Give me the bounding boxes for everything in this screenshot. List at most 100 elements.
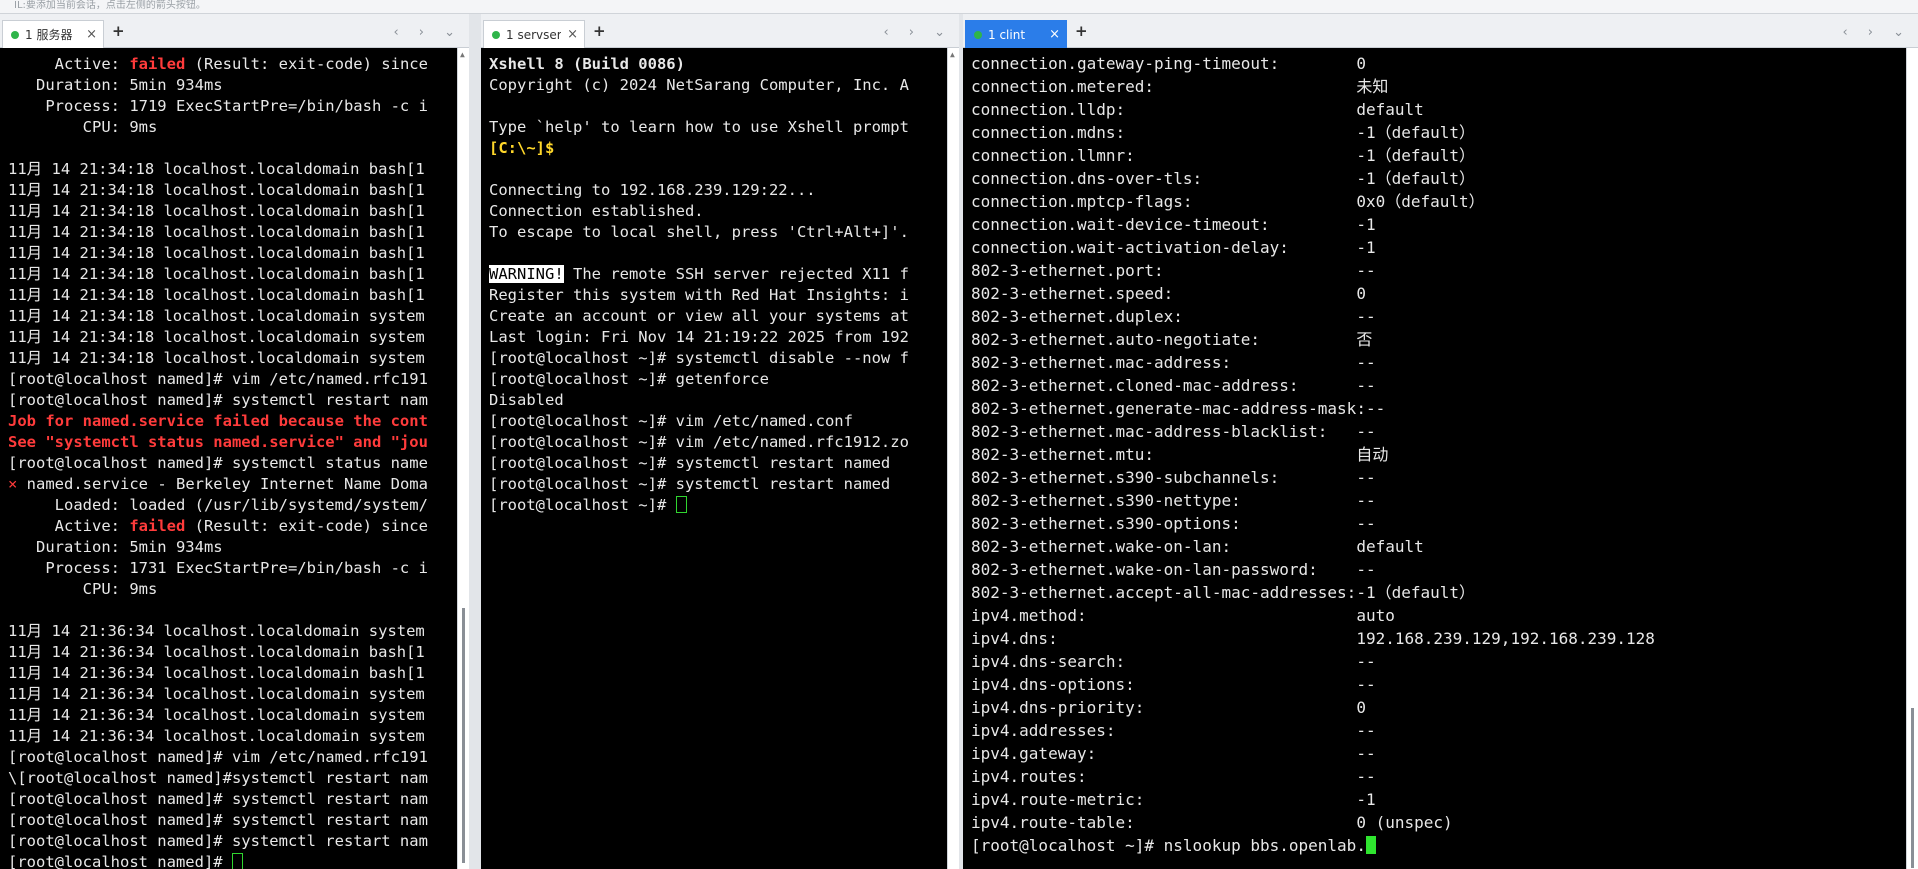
terminal-line: ipv4.dns-search: --: [971, 650, 1906, 673]
terminal-line: 11月 14 21:34:18 localhost.localdomain ba…: [8, 180, 457, 201]
terminal-text: ipv4.dns: 192.168.239.129,192.168.239.12…: [971, 629, 1655, 648]
tab-server[interactable]: 1 服务器 ×: [2, 20, 104, 48]
terminal-text: [root@localhost named]# systemctl restar…: [8, 391, 428, 409]
connected-status-icon: [11, 30, 19, 39]
terminal-text: Duration: 5min 934ms: [8, 538, 223, 556]
terminal-line: [root@localhost named]# systemctl restar…: [8, 390, 457, 411]
terminal-text: ipv4.addresses: --: [971, 721, 1376, 740]
pane-divider[interactable]: [469, 14, 481, 869]
terminal-line: 802-3-ethernet.speed: 0: [971, 282, 1906, 305]
terminal-line: [root@localhost named]# vim /etc/named.r…: [8, 369, 457, 390]
terminal-line: connection.llmnr: -1（default）: [971, 144, 1906, 167]
scrollbar-thumb[interactable]: [1911, 708, 1914, 868]
terminal-text: failed: [129, 55, 186, 73]
terminal-text: 11月 14 21:36:34 localhost.localdomain sy…: [8, 727, 425, 745]
terminal-line: 11月 14 21:36:34 localhost.localdomain ba…: [8, 642, 457, 663]
terminal-line: [root@localhost named]# vim /etc/named.r…: [8, 747, 457, 768]
session-pane-servser-1[interactable]: 1 servser_1 × + ‹ › ⌄ Xshell 8 (Build 00…: [481, 14, 959, 869]
terminal-output[interactable]: Active: failed (Result: exit-code) since…: [0, 48, 457, 869]
terminal-line: [root@localhost ~]# vim /etc/named.rfc19…: [489, 432, 947, 453]
terminal-line: [root@localhost named]#: [8, 852, 457, 869]
terminal-text: connection.gateway-ping-timeout: 0: [971, 54, 1366, 73]
scrollbar[interactable]: ▲: [947, 48, 959, 869]
tab-close-icon[interactable]: ×: [567, 28, 584, 41]
scrollbar-thumb[interactable]: [462, 608, 465, 863]
session-pane-clint[interactable]: 1 clint × + ‹ › ⌄ connection.gateway-pin…: [963, 14, 1918, 869]
terminal-text: 802-3-ethernet.cloned-mac-address: --: [971, 376, 1376, 395]
add-tab-icon[interactable]: +: [1075, 24, 1088, 39]
terminal-line: See "systemctl status named.service" and…: [8, 432, 457, 453]
terminal-line: Loaded: loaded (/usr/lib/systemd/system/: [8, 495, 457, 516]
terminal-text: failed: [129, 517, 186, 535]
terminal-line: ipv4.dns-priority: 0: [971, 696, 1906, 719]
terminal-text: Process: 1719 ExecStartPre=/bin/bash -c …: [8, 97, 428, 115]
terminal-text: 11月 14 21:34:18 localhost.localdomain ba…: [8, 286, 425, 304]
scroll-up-icon[interactable]: ▲: [950, 50, 955, 59]
terminal-line: [root@localhost ~]# nslookup bbs.openlab…: [971, 834, 1906, 857]
terminal-line: ipv4.route-metric: -1: [971, 788, 1906, 811]
terminal-text: 802-3-ethernet.speed: 0: [971, 284, 1366, 303]
terminal-line: Duration: 5min 934ms: [8, 537, 457, 558]
terminal-line: 802-3-ethernet.auto-negotiate: 否: [971, 328, 1906, 351]
scroll-up-icon[interactable]: ▲: [460, 50, 465, 59]
terminal-line: ipv4.method: auto: [971, 604, 1906, 627]
terminal-text: Last login: Fri Nov 14 21:19:22 2025 fro…: [489, 328, 909, 346]
terminal-text: 802-3-ethernet.mac-address-blacklist: --: [971, 422, 1376, 441]
tab-close-icon[interactable]: ×: [1049, 28, 1066, 41]
terminal-text: [root@localhost named]#: [8, 853, 232, 869]
terminal-line: 11月 14 21:34:18 localhost.localdomain ba…: [8, 285, 457, 306]
terminal-text: 11月 14 21:34:18 localhost.localdomain sy…: [8, 307, 425, 325]
terminal-line: Process: 1731 ExecStartPre=/bin/bash -c …: [8, 558, 457, 579]
terminal-line: ipv4.route-table: 0 (unspec): [971, 811, 1906, 834]
terminal-text: connection.lldp: default: [971, 100, 1424, 119]
terminal-text: 802-3-ethernet.accept-all-mac-addresses:…: [971, 583, 1476, 602]
add-tab-icon[interactable]: +: [593, 24, 606, 39]
tab-bar: 1 服务器 × + ‹ › ⌄: [0, 14, 469, 48]
tab-nav-icons[interactable]: ‹ › ⌄: [1842, 25, 1912, 40]
terminal-text: connection.llmnr: -1（default）: [971, 146, 1476, 165]
terminal-text: Type `help' to learn how to use Xshell p…: [489, 118, 909, 136]
terminal-output[interactable]: Xshell 8 (Build 0086) Copyright (c) 2024 …: [481, 48, 947, 869]
terminal-line: 11月 14 21:34:18 localhost.localdomain sy…: [8, 348, 457, 369]
terminal-text: 11月 14 21:34:18 localhost.localdomain ba…: [8, 265, 425, 283]
terminal-line: ipv4.dns: 192.168.239.129,192.168.239.12…: [971, 627, 1906, 650]
terminal-text: Job for named.service failed because the…: [8, 412, 428, 430]
tab-close-icon[interactable]: ×: [86, 28, 103, 41]
terminal-text: Connecting to 192.168.239.129:22...: [489, 181, 816, 199]
hint-bar: IL:要添加当前会话，点击左侧的箭头按钮。: [0, 0, 1918, 14]
terminal-text: 802-3-ethernet.auto-negotiate: 否: [971, 330, 1373, 349]
terminal-text: 802-3-ethernet.wake-on-lan-password: --: [971, 560, 1376, 579]
terminal-line: ipv4.addresses: --: [971, 719, 1906, 742]
terminal-line: [root@localhost ~]# vim /etc/named.conf: [489, 411, 947, 432]
terminal-output[interactable]: connection.gateway-ping-timeout: 0 connec…: [963, 48, 1906, 869]
terminal-text: 802-3-ethernet.port: --: [971, 261, 1376, 280]
terminal-line: connection.wait-device-timeout: -1: [971, 213, 1906, 236]
terminal-line: connection.wait-activation-delay: -1: [971, 236, 1906, 259]
terminal-text: 11月 14 21:36:34 localhost.localdomain ba…: [8, 664, 425, 682]
tab-clint[interactable]: 1 clint ×: [965, 20, 1067, 48]
scrollbar[interactable]: [1906, 48, 1918, 869]
terminal-text: Xshell 8 (Build 0086): [489, 55, 685, 73]
tab-label: 1 servser_1: [506, 27, 562, 42]
terminal-text: [root@localhost ~]# vim /etc/named.rfc19…: [489, 433, 909, 451]
terminal-text: 802-3-ethernet.mac-address: --: [971, 353, 1376, 372]
terminal-text: (Result: exit-code) since: [185, 517, 428, 535]
add-tab-icon[interactable]: +: [112, 24, 125, 39]
terminal-line: 11月 14 21:34:18 localhost.localdomain sy…: [8, 327, 457, 348]
terminal-line: [root@localhost ~]# systemctl disable --…: [489, 348, 947, 369]
tab-nav-icons[interactable]: ‹ › ⌄: [393, 25, 463, 40]
tab-servser-1[interactable]: 1 servser_1 ×: [483, 20, 585, 48]
tab-nav-icons[interactable]: ‹ › ⌄: [883, 25, 953, 40]
scrollbar[interactable]: ▲: [457, 48, 469, 869]
terminal-text: 802-3-ethernet.s390-subchannels: --: [971, 468, 1376, 487]
terminal-text: [root@localhost named]# systemctl status…: [8, 454, 428, 472]
terminal-text: WARNING!: [489, 265, 564, 283]
terminal-text: 11月 14 21:34:18 localhost.localdomain ba…: [8, 160, 425, 178]
terminal-line: 11月 14 21:36:34 localhost.localdomain sy…: [8, 726, 457, 747]
terminal-line: ipv4.dns-options: --: [971, 673, 1906, 696]
session-pane-server[interactable]: 1 服务器 × + ‹ › ⌄ Active: failed (Result: …: [0, 14, 469, 869]
terminal-line: Xshell 8 (Build 0086): [489, 54, 947, 75]
terminal-line: [root@localhost named]# systemctl status…: [8, 453, 457, 474]
